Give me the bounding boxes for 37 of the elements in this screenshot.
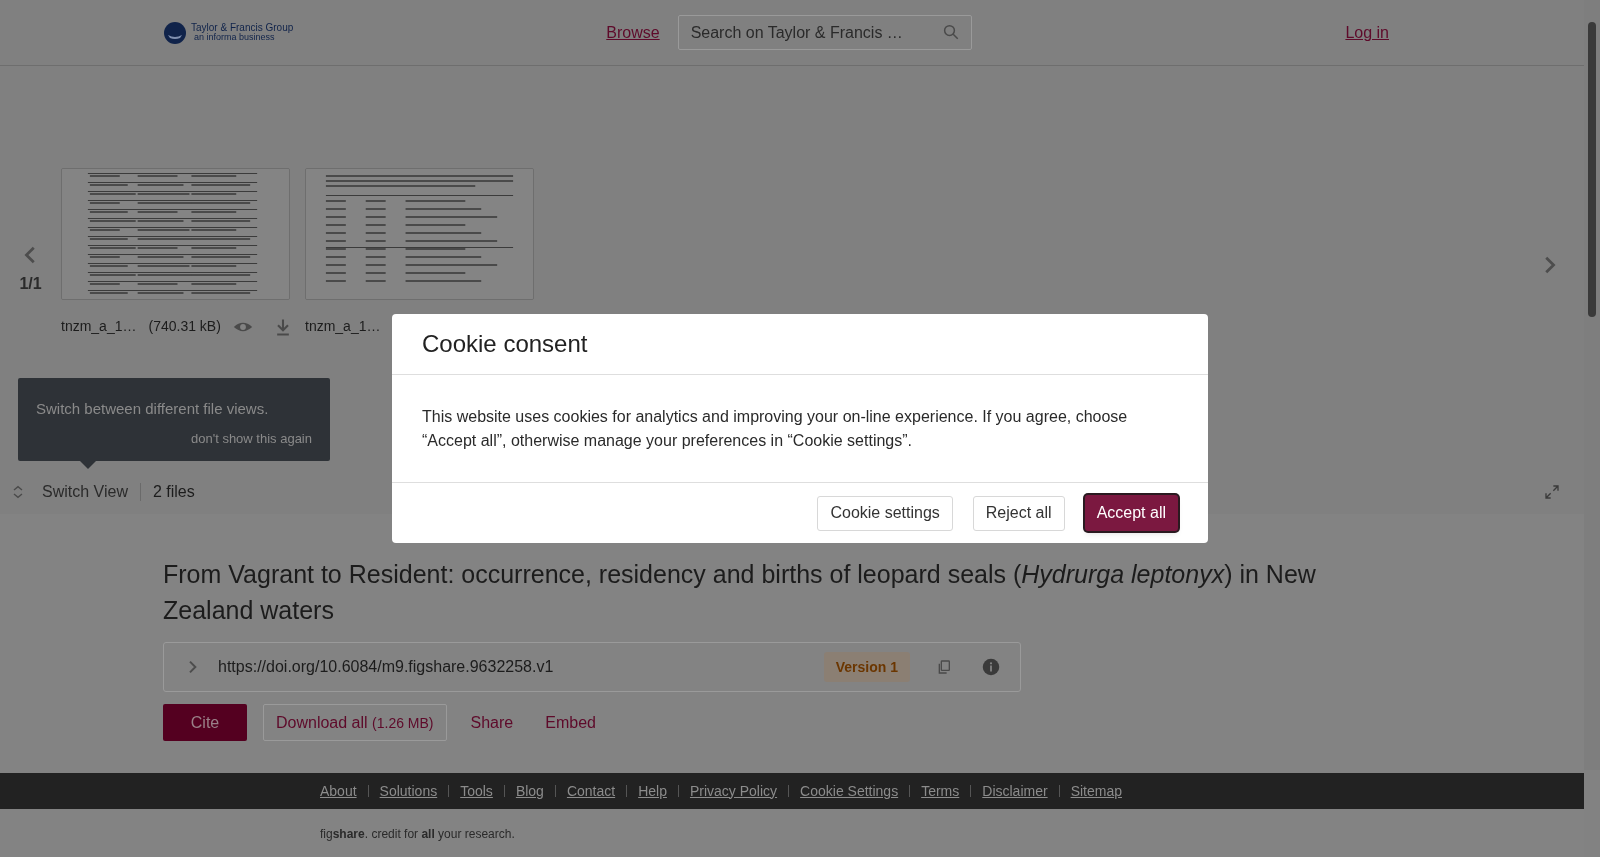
action-link[interactable]: Embed [537, 704, 604, 741]
search-field[interactable]: Search on Taylor & Francis … [677, 15, 972, 50]
dismiss-link[interactable]: don't show this again [191, 428, 312, 448]
footer-link[interactable]: Privacy Policy [689, 780, 778, 802]
login-link[interactable]: Log in [1345, 20, 1389, 45]
footer-link[interactable]: Sitemap [1070, 780, 1122, 802]
cite-button[interactable]: Cite [163, 704, 247, 741]
file-name: tnzm_a_1… [61, 317, 137, 336]
footer-link[interactable]: Blog [515, 780, 544, 802]
tooltip-text: Switch between different file views. [36, 399, 270, 419]
item-title: From Vagrant to Resident: occurrence, residency and births of leopard seals (Hydrurga leptonyx) in New Zealand waters [163, 559, 1317, 626]
footer-link[interactable]: About [320, 780, 357, 802]
footer-tagline: figshare. credit for all your research. [320, 827, 515, 841]
logo-name: Taylor & Francis Group [191, 23, 294, 33]
download-all-button[interactable]: Download all (1.26 MB) [263, 704, 447, 741]
version-badge: Version 1 [823, 652, 910, 682]
footer-link[interactable]: Disclaimer [982, 780, 1048, 802]
dialog-button[interactable]: Cookie settings [817, 495, 953, 531]
switch-view-button[interactable]: Switch View [42, 480, 128, 504]
browse-link[interactable]: Browse [606, 20, 660, 45]
dialog-button[interactable]: Reject all [972, 495, 1065, 531]
footer-link[interactable]: Cookie Settings [800, 780, 899, 802]
dialog-message: This website uses cookies for analytics and improving your on-line experience. If you agree, choose “Accept all”, otherwise manage your preferences in “Cookie settings”. [422, 406, 1129, 451]
footer-link[interactable]: Tools [460, 780, 493, 802]
logo-tagline: an informa business [194, 33, 275, 42]
accept-all-button[interactable]: Accept all [1084, 495, 1178, 531]
file-count: 2 files [152, 482, 195, 502]
footer-link[interactable]: Contact [566, 780, 616, 802]
footer-link[interactable]: Help [638, 780, 667, 802]
action-link[interactable]: Share [462, 704, 522, 741]
footer-link[interactable]: Terms [921, 780, 960, 802]
file-name: tnzm_a_1… [305, 317, 381, 336]
dialog-title: Cookie consent [422, 329, 588, 359]
footer-link[interactable]: Solutions [379, 780, 438, 802]
page-counter: 1/1 [19, 274, 42, 294]
file-size: (740.31 kB) [148, 317, 221, 336]
doi-link[interactable]: https://doi.org/10.6084/m9.figshare.9632258.v1 [218, 655, 554, 679]
